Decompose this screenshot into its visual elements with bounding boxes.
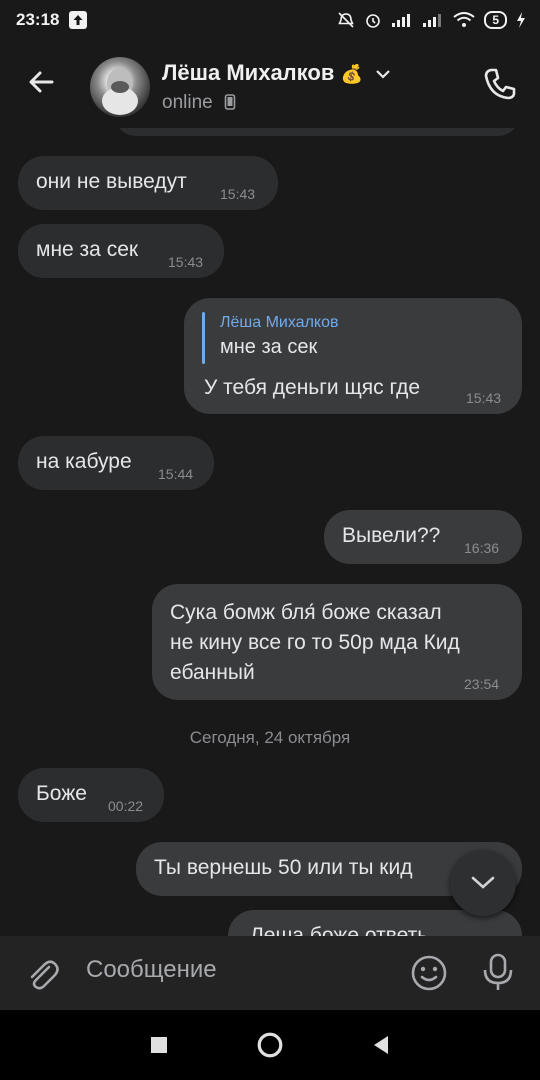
message-text: Леша боже ответь (250, 924, 429, 936)
upload-icon (69, 11, 88, 29)
message-bubble-outgoing[interactable]: Сука бомж бля́ боже сказал не кину все г… (152, 584, 522, 700)
reply-text: мне за сек (220, 336, 318, 358)
money-bag-emoji: 💰 (340, 64, 363, 84)
online-status: online (162, 92, 213, 113)
message-bubble-cut (114, 128, 520, 136)
message-input[interactable] (86, 956, 386, 984)
message-time: 15:43 (168, 254, 204, 270)
back-triangle-icon[interactable] (368, 1032, 394, 1058)
message-time: 00:22 (108, 798, 144, 814)
home-circle-icon[interactable] (256, 1031, 284, 1059)
chevron-down-icon (471, 876, 495, 889)
message-text: Ты вернешь 50 или ты кид (154, 856, 413, 879)
message-time: 23:54 (464, 676, 500, 692)
chevron-down-icon[interactable] (375, 68, 391, 80)
message-text: на кабуре (36, 450, 132, 473)
message-time: 15:43 (220, 186, 256, 202)
message-bubble-outgoing[interactable]: Лёша Михалков мне за сек У тебя деньги щ… (184, 298, 522, 414)
avatar[interactable] (90, 57, 150, 117)
reply-quote[interactable]: Лёша Михалков мне за сек (202, 312, 502, 364)
message-text: они не выведут (36, 170, 187, 193)
microphone-icon[interactable] (480, 952, 516, 992)
message-list[interactable]: они не выведут 15:43 мне за сек 15:43 Лё… (0, 128, 540, 936)
mobile-icon (224, 94, 236, 110)
message-text: мне за сек (36, 238, 139, 261)
message-time: 16:36 (464, 540, 500, 556)
chat-header: Лёша Михалков 💰 online (0, 40, 540, 128)
system-nav-bar (0, 1010, 540, 1080)
message-text: Вывели?? (342, 524, 441, 547)
scroll-down-button[interactable] (450, 850, 516, 916)
message-text: Боже (36, 782, 87, 805)
status-time: 23:18 (16, 10, 60, 29)
message-line: ебанный (170, 661, 255, 684)
message-bubble-incoming[interactable]: Боже 00:22 (18, 768, 164, 822)
attach-icon[interactable] (22, 954, 62, 994)
message-time: 15:43 (466, 390, 502, 406)
message-time: 15:44 (158, 466, 194, 482)
message-bubble-incoming[interactable]: мне за сек 15:43 (18, 224, 224, 278)
reply-accent-bar (202, 312, 205, 364)
signal-icon (392, 14, 411, 27)
message-bubble-incoming[interactable]: они не выведут 15:43 (18, 156, 278, 210)
contact-name-row[interactable]: Лёша Михалков 💰 (162, 60, 391, 86)
status-bar: 23:18 5 (0, 0, 540, 40)
recents-square-icon[interactable] (146, 1032, 172, 1058)
alarm-off-icon (338, 12, 355, 28)
wifi-icon (453, 12, 475, 27)
message-line: Сука бомж бля́ боже сказал (170, 601, 442, 624)
charging-icon (517, 12, 525, 28)
composer-bar (0, 936, 540, 1010)
message-text: Сука бомж бля́ боже сказал не кину все г… (170, 598, 460, 688)
phone-call-icon[interactable] (480, 64, 520, 104)
message-text: У тебя деньги щяс где (204, 376, 421, 399)
alarm-icon (366, 14, 381, 28)
emoji-icon[interactable] (410, 954, 448, 992)
contact-name: Лёша Михалков (162, 60, 335, 85)
message-line: не кину все го то 50р мда Кид (170, 631, 460, 654)
contact-status: online (162, 92, 236, 114)
message-bubble-outgoing[interactable]: Вывели?? 16:36 (324, 510, 522, 564)
message-bubble-incoming[interactable]: на кабуре 15:44 (18, 436, 214, 490)
back-arrow-icon[interactable] (22, 62, 62, 102)
battery-indicator: 5 (484, 11, 507, 29)
signal-icon-2 (423, 14, 442, 27)
date-separator: Сегодня, 24 октября (189, 728, 351, 747)
reply-author: Лёша Михалков (220, 314, 339, 331)
